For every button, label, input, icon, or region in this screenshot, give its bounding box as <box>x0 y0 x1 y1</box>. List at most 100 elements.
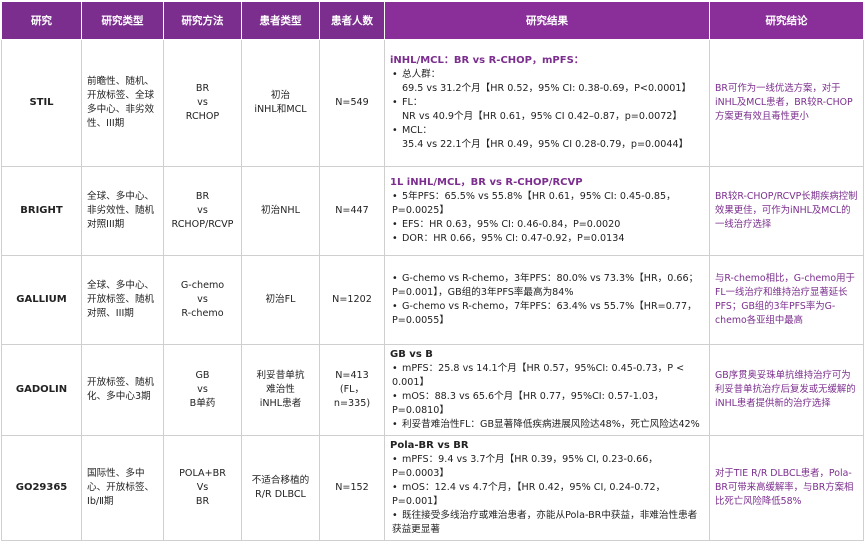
result-text: mPFS：9.4 vs 3.7个月【HR 0.39，95% CI, 0.23-0… <box>392 454 658 479</box>
patient-type: 初治 iNHL和MCL <box>241 39 320 167</box>
result-text: DOR：HR 0.66，95% CI: 0.47-0.92，P=0.0134 <box>402 233 625 244</box>
results-title: GB vs B <box>390 349 433 360</box>
study-name: BRIGHT <box>1 166 82 256</box>
result-text: G-chemo vs R-chemo，7年PFS：63.4% vs 55.7%【… <box>392 301 697 326</box>
study-method: BR vs RCHOP/RCVP <box>163 166 242 256</box>
patient-line: 难治性 <box>266 384 295 395</box>
patient-line: 不适合移植的 <box>251 475 310 486</box>
table-row: GO29365 国际性、多中心、开放标签、Ⅰb/Ⅱ期 POLA+BR Vs BR… <box>1 435 864 541</box>
table-header-row: 研究 研究类型 研究方法 患者类型 患者人数 研究结果 研究结论 <box>1 1 864 40</box>
method-line: Vs <box>196 482 209 493</box>
result-text: 5年PFS：65.5% vs 55.8%【HR 0.61，95% CI: 0.4… <box>392 191 676 216</box>
bullet-icon: • <box>392 233 398 244</box>
result-text: MCL： <box>402 125 432 136</box>
result-text: mPFS：25.8 vs 14.1个月【HR 0.57，95%CI: 0.45-… <box>392 363 685 388</box>
results-title: Pola-BR vs BR <box>390 440 469 451</box>
study-type: 开放标签、随机化、多中心3期 <box>81 344 164 436</box>
study-conclusion: BR较R-CHOP/RCVP长期疾病控制效果更佳，可作为iNHL及MCL的一线治… <box>709 166 864 256</box>
header-patient-type: 患者类型 <box>241 1 320 40</box>
patient-line: 初治NHL <box>261 205 300 216</box>
study-name: GADOLIN <box>1 344 82 436</box>
header-study-type: 研究类型 <box>81 1 164 40</box>
study-conclusion: BR可作为一线优选方案，对于iNHL及MCL患者，BR较R-CHOP方案更有效且… <box>709 39 864 167</box>
results-title: iNHL/MCL：BR vs R-CHOP，mPFS： <box>390 55 584 66</box>
study-method: G-chemo vs R-chemo <box>163 255 242 345</box>
result-text: 69.5 vs 31.2个月【HR 0.52，95% CI: 0.38-0.69… <box>402 83 692 94</box>
result-line: • MCL： <box>390 124 704 138</box>
method-line: vs <box>197 384 208 395</box>
method-line: vs <box>197 97 208 108</box>
count-line: (FL，n=335) <box>333 384 371 409</box>
results-title: 1L iNHL/MCL，BR vs R-CHOP/RCVP <box>390 177 583 188</box>
bullet-icon: • <box>392 391 398 402</box>
result-line: • 5年PFS：65.5% vs 55.8%【HR 0.61，95% CI: 0.… <box>390 190 704 218</box>
count-line: N=413 <box>335 370 369 381</box>
study-results: GB vs B • mPFS：25.8 vs 14.1个月【HR 0.57，95%… <box>384 344 710 436</box>
result-text: 35.4 vs 22.1个月【HR 0.49，95% CI 0.28-0.79，… <box>402 139 689 150</box>
bullet-icon: • <box>392 219 398 230</box>
result-line: 35.4 vs 22.1个月【HR 0.49，95% CI 0.28-0.79，… <box>390 138 704 152</box>
method-line: GB <box>195 370 210 381</box>
study-conclusion: 对于TIE R/R DLBCL患者，Pola-BR可带来高缓解率，与BR方案相比… <box>709 435 864 541</box>
patient-type: 不适合移植的 R/R DLBCL <box>241 435 320 541</box>
result-line: • mOS：88.3 vs 65.6个月【HR 0.77，95%CI: 0.57-… <box>390 390 704 418</box>
header-results: 研究结果 <box>384 1 710 40</box>
count-line: N=549 <box>335 97 369 108</box>
bullet-icon: • <box>392 419 398 430</box>
result-line: • G-chemo vs R-chemo，3年PFS：80.0% vs 73.3%… <box>390 272 704 300</box>
result-text: NR vs 40.9个月【HR 0.61，95% CI 0.42–0.87，p=… <box>402 111 682 122</box>
method-line: BR <box>195 496 210 507</box>
patient-line: 初治FL <box>265 294 296 305</box>
study-name: GALLIUM <box>1 255 82 345</box>
result-line: • mPFS：25.8 vs 14.1个月【HR 0.57，95%CI: 0.45… <box>390 362 704 390</box>
method-line: BR <box>195 83 210 94</box>
study-type: 国际性、多中心、开放标签、Ⅰb/Ⅱ期 <box>81 435 164 541</box>
bullet-icon: • <box>392 191 398 202</box>
table-row: STIL 前瞻性、随机、开放标签、全球多中心、非劣效性、III期 BR vs R… <box>1 39 864 167</box>
result-text: 总人群： <box>402 69 441 80</box>
header-conclusion: 研究结论 <box>709 1 864 40</box>
method-line: B单药 <box>189 398 216 409</box>
result-line: NR vs 40.9个月【HR 0.61，95% CI 0.42–0.87，p=… <box>390 110 704 124</box>
patient-type: 利妥昔单抗 难治性 iNHL患者 <box>241 344 320 436</box>
patient-line: R/R DLBCL <box>255 489 306 500</box>
method-line: RCHOP <box>185 111 220 122</box>
result-text: FL： <box>402 97 423 108</box>
study-name: STIL <box>1 39 82 167</box>
table-row: BRIGHT 全球、多中心、非劣效性、随机对照III期 BR vs RCHOP/… <box>1 166 864 256</box>
result-text: mOS：88.3 vs 65.6个月【HR 0.77，95%CI: 0.57-1… <box>392 391 664 416</box>
study-comparison-table: 研究 研究类型 研究方法 患者类型 患者人数 研究结果 研究结论 STIL 前瞻… <box>1 1 864 541</box>
bullet-icon: • <box>392 69 398 80</box>
bullet-icon: • <box>392 97 398 108</box>
patient-count: N=152 <box>319 435 385 541</box>
patient-type: 初治NHL <box>241 166 320 256</box>
result-line: • DOR：HR 0.66，95% CI: 0.47-0.92，P=0.0134 <box>390 232 704 246</box>
study-results: iNHL/MCL：BR vs R-CHOP，mPFS： • 总人群： 69.5 v… <box>384 39 710 167</box>
patient-count: N=447 <box>319 166 385 256</box>
study-conclusion: 与R-chemo相比，G-chemo用于FL一线治疗和维持治疗显著延长PFS；G… <box>709 255 864 345</box>
patient-line: iNHL患者 <box>259 398 302 409</box>
result-text: G-chemo vs R-chemo，3年PFS：80.0% vs 73.3%【… <box>392 273 699 298</box>
patient-line: 初治 <box>270 90 291 101</box>
patient-line: 利妥昔单抗 <box>256 370 305 381</box>
study-conclusion: GB序贯奥妥珠单抗维持治疗可为利妥昔单抗治疗后复发或无缓解的iNHL患者提供新的… <box>709 344 864 436</box>
method-line: RCHOP/RCVP <box>171 219 234 230</box>
patient-count: N=549 <box>319 39 385 167</box>
header-patient-count: 患者人数 <box>319 1 385 40</box>
patient-count: N=1202 <box>319 255 385 345</box>
result-line: • 既往接受多线治疗或难治患者，亦能从Pola-BR中获益，非难治性患者获益更显著 <box>390 509 704 537</box>
header-study: 研究 <box>1 1 82 40</box>
table-row: GALLIUM 全球、多中心、开放标签、随机对照、III期 G-chemo vs… <box>1 255 864 345</box>
result-line: • EFS：HR 0.63，95% CI: 0.46-0.84，P=0.0020 <box>390 218 704 232</box>
header-method: 研究方法 <box>163 1 242 40</box>
study-results: 1L iNHL/MCL，BR vs R-CHOP/RCVP • 5年PFS：65.… <box>384 166 710 256</box>
result-line: • 总人群： <box>390 68 704 82</box>
bullet-icon: • <box>392 510 398 521</box>
method-line: R-chemo <box>181 308 224 319</box>
study-method: GB vs B单药 <box>163 344 242 436</box>
result-text: 利妥昔难治性FL：GB显著降低疾病进展风险达48%，死亡风险达42% <box>402 419 700 430</box>
study-type: 全球、多中心、开放标签、随机对照、III期 <box>81 255 164 345</box>
study-type: 前瞻性、随机、开放标签、全球多中心、非劣效性、III期 <box>81 39 164 167</box>
table-row: GADOLIN 开放标签、随机化、多中心3期 GB vs B单药 利妥昔单抗 难… <box>1 344 864 436</box>
result-line: • FL： <box>390 96 704 110</box>
